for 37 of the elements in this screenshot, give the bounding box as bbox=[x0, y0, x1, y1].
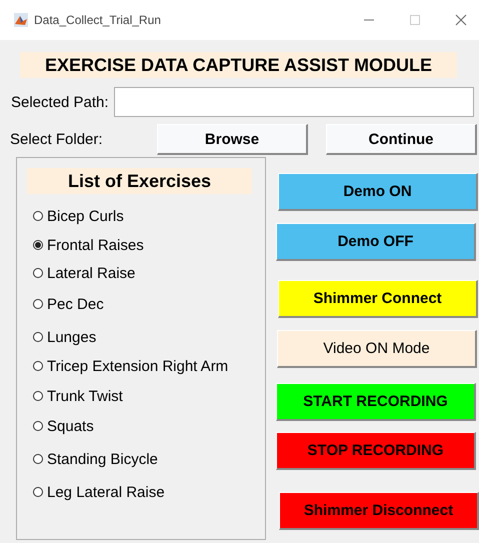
radio-button[interactable] bbox=[33, 268, 43, 278]
radio-button[interactable] bbox=[33, 361, 43, 371]
radio-button[interactable] bbox=[33, 240, 43, 250]
radio-label: Standing Bicycle bbox=[47, 450, 158, 468]
radio-label: Pec Dec bbox=[47, 296, 104, 312]
radio-button[interactable] bbox=[33, 299, 43, 309]
action-button[interactable]: Shimmer Disconnect bbox=[279, 492, 479, 530]
action-button[interactable]: Video ON Mode bbox=[277, 330, 477, 368]
radio-button[interactable] bbox=[33, 454, 43, 464]
action-button[interactable]: STOP RECORDING bbox=[276, 432, 476, 470]
radio-button[interactable] bbox=[33, 211, 43, 221]
radio-label: Trunk Twist bbox=[47, 388, 123, 404]
radio-label: Squats bbox=[47, 418, 94, 434]
browse-button[interactable]: Browse bbox=[157, 124, 308, 155]
radio-button[interactable] bbox=[33, 332, 43, 342]
radio-label: Frontal Raises bbox=[47, 236, 144, 254]
radio-label: Bicep Curls bbox=[47, 208, 124, 224]
path-label: Selected Path: bbox=[11, 94, 109, 110]
app-icon bbox=[14, 13, 28, 27]
window-title: Data_Collect_Trial_Run bbox=[34, 13, 162, 27]
radio-label: Leg Lateral Raise bbox=[47, 484, 165, 500]
radio-button[interactable] bbox=[33, 391, 43, 401]
radio-button[interactable] bbox=[33, 421, 43, 431]
action-button[interactable]: Demo OFF bbox=[276, 223, 476, 261]
app-heading: EXERCISE DATA CAPTURE ASSIST MODULE bbox=[20, 52, 457, 78]
radio-label: Tricep Extension Right Arm bbox=[47, 358, 228, 374]
radio-label: Lunges bbox=[47, 328, 96, 346]
folder-label: Select Folder: bbox=[10, 131, 104, 148]
action-button[interactable]: Demo ON bbox=[278, 173, 478, 211]
path-field[interactable] bbox=[114, 87, 474, 117]
continue-button[interactable]: Continue bbox=[326, 124, 477, 155]
action-button[interactable]: START RECORDING bbox=[276, 383, 476, 421]
list-heading: List of Exercises bbox=[27, 168, 252, 194]
close-icon[interactable] bbox=[455, 14, 467, 26]
radio-label: Lateral Raise bbox=[47, 264, 136, 282]
radio-button[interactable] bbox=[33, 487, 43, 497]
action-button[interactable]: Shimmer Connect bbox=[278, 280, 478, 318]
